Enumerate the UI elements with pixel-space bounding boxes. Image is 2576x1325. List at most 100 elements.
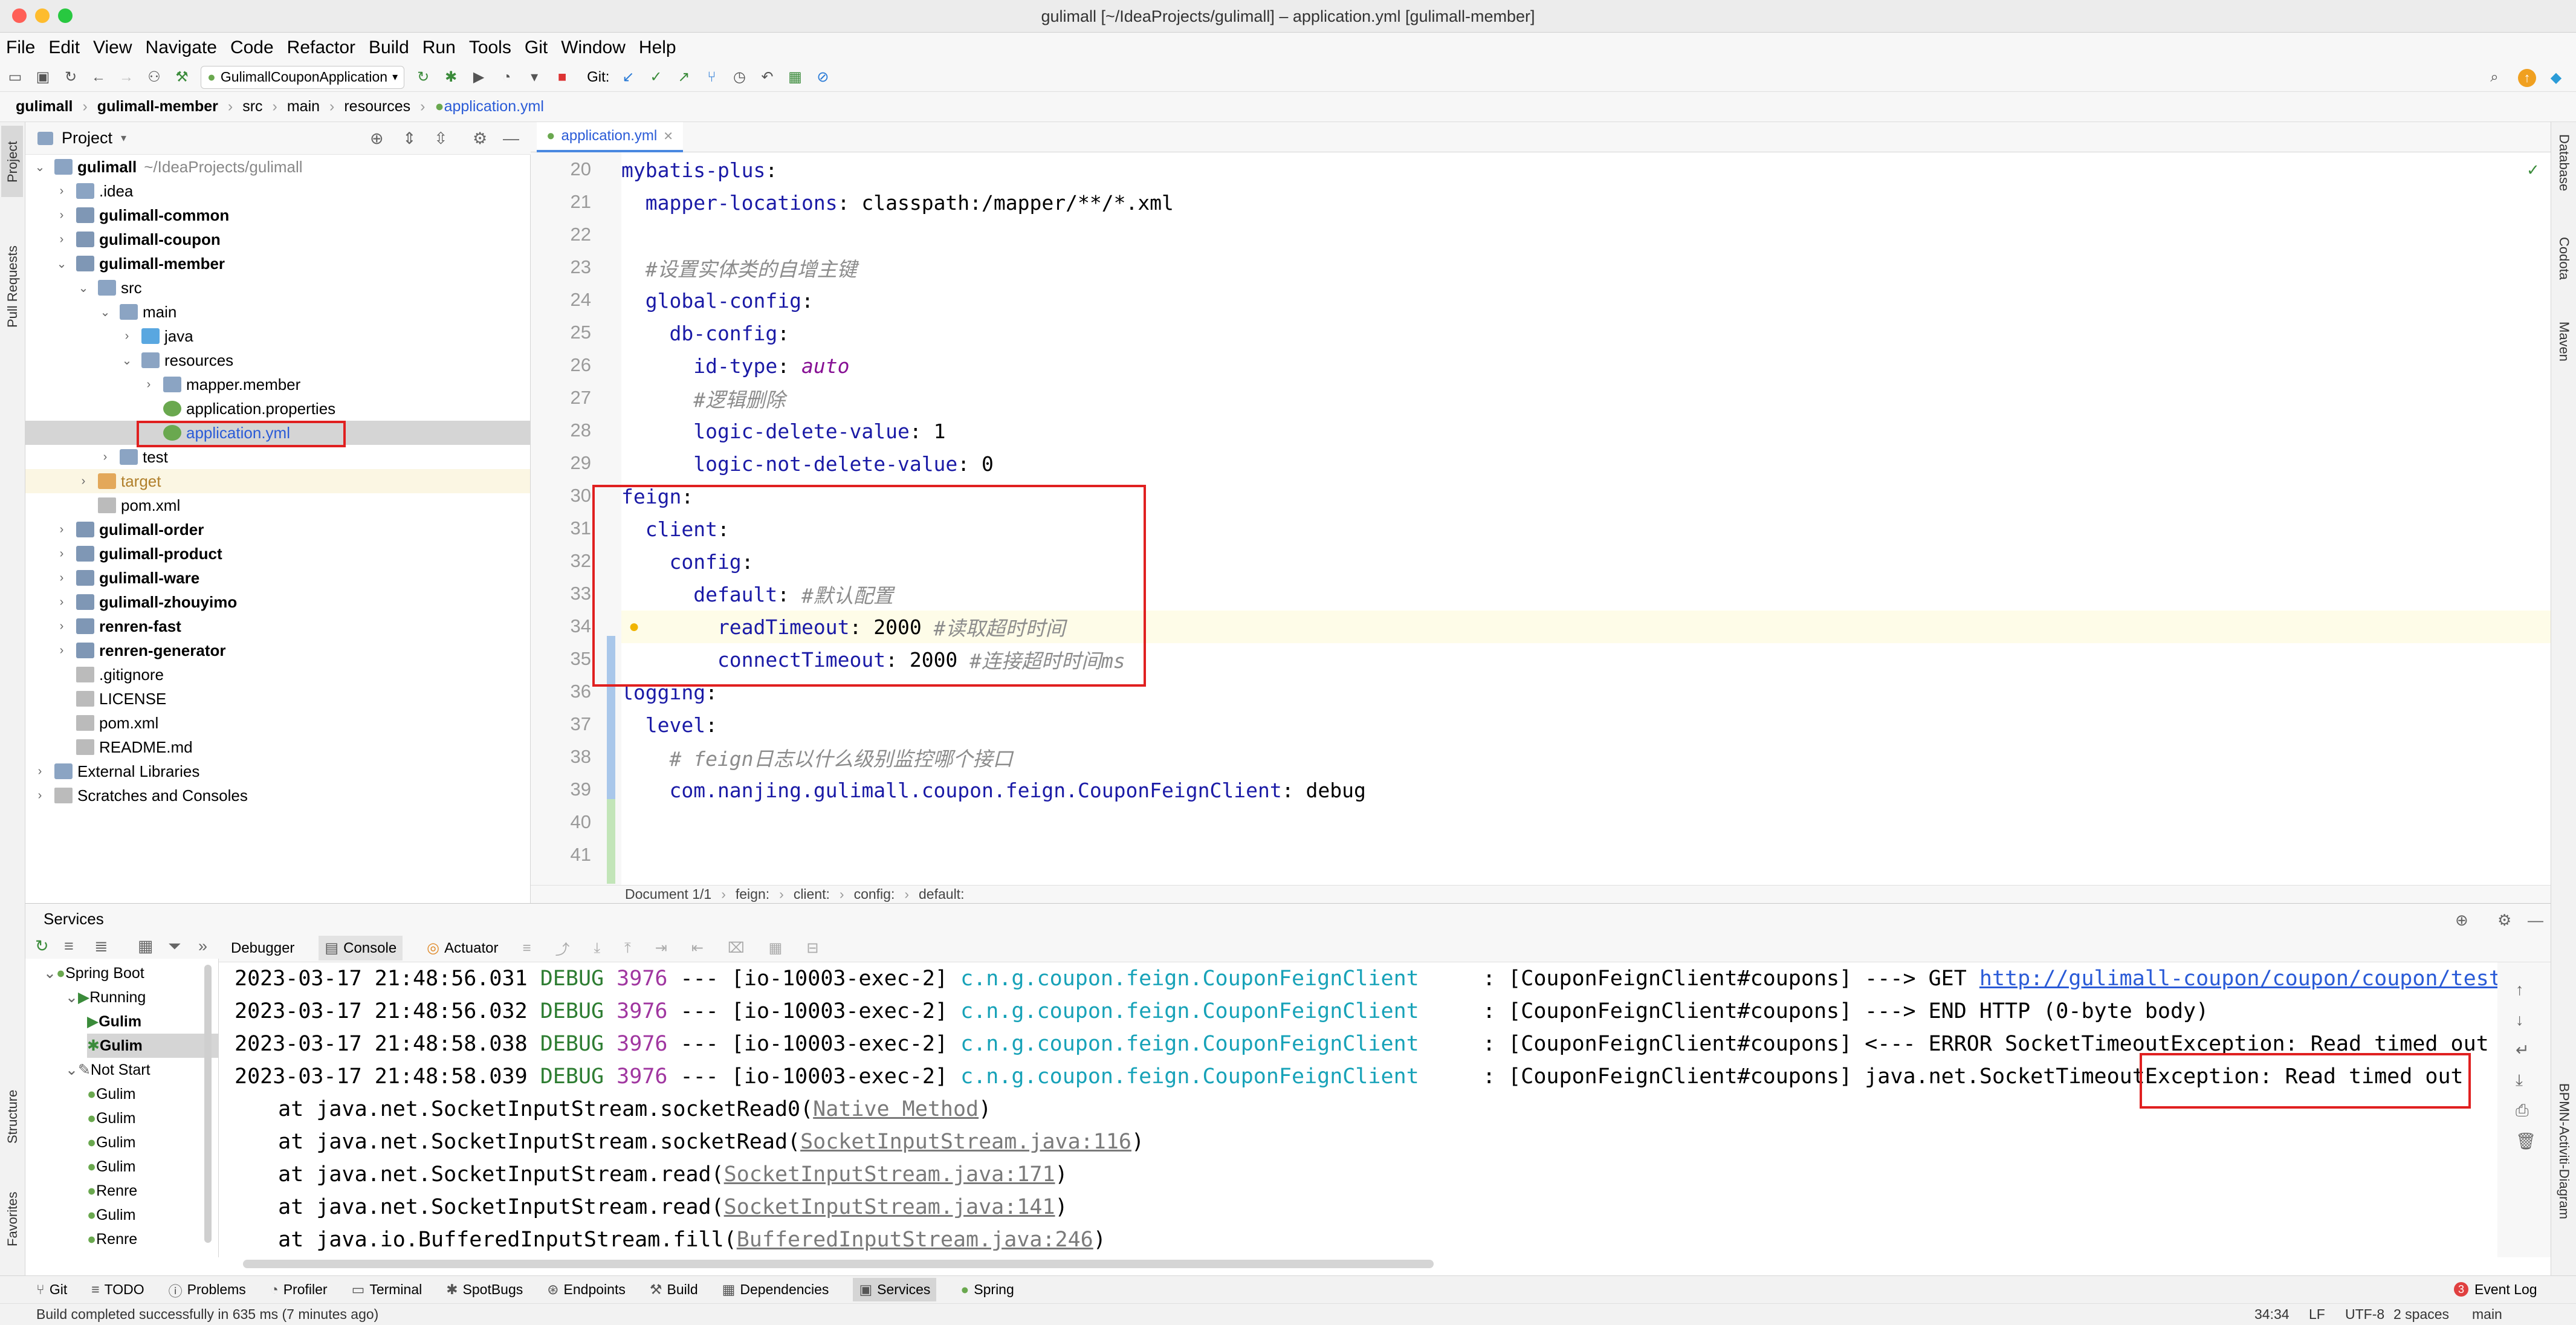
indent-setting[interactable]: 2 spaces [2393,1306,2449,1323]
tree-item-gulimall-product[interactable]: › gulimall-product [25,542,530,566]
scroll-up-icon[interactable]: ↑ [2516,980,2524,999]
console-horizontal-scrollbar[interactable] [243,1260,1434,1268]
menu-item-navigate[interactable]: Navigate [146,37,217,58]
console-toolbar-icon[interactable]: ▦ [769,939,783,957]
console-toolbar-icon[interactable]: ≡ [523,940,531,957]
tree-item-java[interactable]: › java [25,324,530,348]
tool-window-services[interactable]: ▣ Services [853,1278,937,1301]
toolbox-icon[interactable]: ◆ [2547,68,2565,86]
chevron-icon[interactable]: ⌄ [65,1061,78,1079]
more-icon[interactable]: » [198,937,207,956]
menu-item-help[interactable]: Help [639,37,676,58]
tree-item-renren-generator[interactable]: › renren-generator [25,638,530,662]
run-configuration-select[interactable]: ● GulimallCouponApplication ▾ [201,65,405,89]
stack-source-link[interactable]: Native Method [813,1097,979,1121]
editor-crumb[interactable]: feign: [736,886,769,902]
git-branch[interactable]: main [2472,1306,2502,1323]
scroll-end-icon[interactable]: ⤓ [2516,1071,2523,1090]
database-tool-label[interactable]: Database [2556,134,2572,191]
menu-item-git[interactable]: Git [525,37,548,58]
open-folder-icon[interactable]: ▭ [6,68,24,86]
trash-icon[interactable]: 🗑 [2516,1132,2536,1151]
tree-item-gulimall-coupon[interactable]: › gulimall-coupon [25,227,530,251]
locate-icon[interactable]: ⊕ [370,129,384,148]
chevron-icon[interactable]: › [121,329,133,343]
editor-crumb[interactable]: Document 1/1 [625,886,711,902]
tab-debugger[interactable]: Debugger [231,940,294,957]
stack-source-link[interactable]: SocketInputStream.java:171 [724,1162,1055,1187]
stack-source-link[interactable]: SocketInputStream.java:141 [724,1195,1055,1219]
tree-item-gulimall-common[interactable]: › gulimall-common [25,203,530,227]
service-item[interactable]: ● Gulim [87,1130,135,1155]
chevron-icon[interactable]: ⌄ [44,964,56,982]
tool-window-dependencies[interactable]: ▦ Dependencies [722,1281,829,1298]
project-panel-title[interactable]: Project [62,129,112,147]
block-icon[interactable]: ⊘ [814,68,832,86]
file-encoding[interactable]: UTF-8 [2345,1306,2384,1323]
service-item[interactable]: ⌄ ● Spring Boot [44,961,144,985]
coverage-icon[interactable]: ▶ [470,68,488,86]
breadcrumb-item[interactable]: gulimall-member [97,98,218,115]
tree-item-main[interactable]: ⌄ main [25,300,530,324]
console-toolbar-icon[interactable]: ⇤ [691,939,704,957]
chevron-icon[interactable]: ⌄ [121,353,133,368]
editor-crumb[interactable]: config: [854,886,895,902]
debug-icon[interactable]: ✱ [442,68,460,86]
back-icon[interactable]: ← [89,68,108,86]
tree-item-mapper-member[interactable]: › mapper.member [25,372,530,397]
soft-wrap-icon[interactable]: ↵ [2516,1041,2529,1060]
build-hammer-icon[interactable]: ⚒ [173,68,191,86]
tree-item-gulimall-order[interactable]: › gulimall-order [25,517,530,542]
git-branch-icon[interactable]: ⑂ [702,68,720,86]
service-item[interactable]: ⌄ ✎ Not Start [65,1058,150,1082]
gear-icon[interactable]: ⚙ [2497,911,2511,930]
console-output[interactable]: 2023-03-17 21:48:56.031 DEBUG 3976 --- [… [219,962,2497,1257]
collapse-all-icon[interactable]: ⇳ [434,129,448,148]
tool-window-endpoints[interactable]: ⊛ Endpoints [547,1281,626,1298]
console-toolbar-icon[interactable]: ⤓ [594,940,601,957]
service-item[interactable]: ▶ Gulim [87,1009,141,1034]
service-item[interactable]: ● Gulim [87,1155,135,1179]
tree-item-application-properties[interactable]: application.properties [25,397,530,421]
chevron-icon[interactable]: ⌄ [65,988,78,1006]
tree-item-renren-fast[interactable]: › renren-fast [25,614,530,638]
breadcrumb-item[interactable]: resources [344,98,410,115]
refresh-icon[interactable]: ↻ [35,937,49,956]
tree-item-src[interactable]: ⌄ src [25,276,530,300]
user-icon[interactable]: ⚇ [145,68,163,86]
tree-item-gulimall-zhouyimo[interactable]: › gulimall-zhouyimo [25,590,530,614]
scroll-down-icon[interactable]: ↓ [2516,1011,2524,1029]
pull-requests-tool-label[interactable]: Pull Requests [5,245,21,328]
log-link[interactable]: http://gulimall-coupon/coupon/coupon/tes… [1979,967,2497,991]
tree-item-pom-xml[interactable]: pom.xml [25,711,530,735]
chevron-icon[interactable]: ⌄ [77,280,89,296]
tree-item-target[interactable]: › target [25,469,530,493]
git-update-icon[interactable]: ↙ [619,68,637,86]
forward-icon[interactable]: → [117,68,135,86]
monitor-icon[interactable]: ▦ [786,68,804,86]
chevron-icon[interactable]: › [56,571,68,585]
tree-item-gulimall-member[interactable]: ⌄ gulimall-member [25,251,530,276]
bpmn-tool-label[interactable]: BPMN-Activiti-Diagram [2556,1083,2572,1219]
tree-item-external-libraries[interactable]: › External Libraries [25,759,530,783]
breadcrumb-item[interactable]: gulimall [16,98,73,115]
hide-panel-icon[interactable]: — [503,129,519,148]
chevron-icon[interactable]: ⌄ [34,160,46,175]
editor-crumb[interactable]: client: [794,886,830,902]
service-item[interactable]: ● Gulim [87,1082,135,1106]
sync-icon[interactable]: ↻ [62,68,80,86]
tab-console[interactable]: ▤ Console [319,936,403,961]
menu-item-run[interactable]: Run [422,37,456,58]
menu-item-view[interactable]: View [93,37,132,58]
service-item[interactable]: ✱ Gulim [87,1034,218,1058]
breadcrumb-item[interactable]: src [242,98,262,115]
hide-panel-icon[interactable]: — [2528,911,2543,930]
tree-item-license[interactable]: LICENSE [25,687,530,711]
console-toolbar-icon[interactable]: ⤴ [555,938,570,959]
line-separator[interactable]: LF [2309,1306,2325,1323]
menu-item-file[interactable]: File [6,37,35,58]
chevron-icon[interactable]: › [34,789,46,803]
tree-item-scratches-and-consoles[interactable]: › Scratches and Consoles [25,783,530,808]
expand-all-icon[interactable]: ⇕ [403,129,416,148]
tool-window-todo[interactable]: ≡ TODO [91,1281,144,1298]
